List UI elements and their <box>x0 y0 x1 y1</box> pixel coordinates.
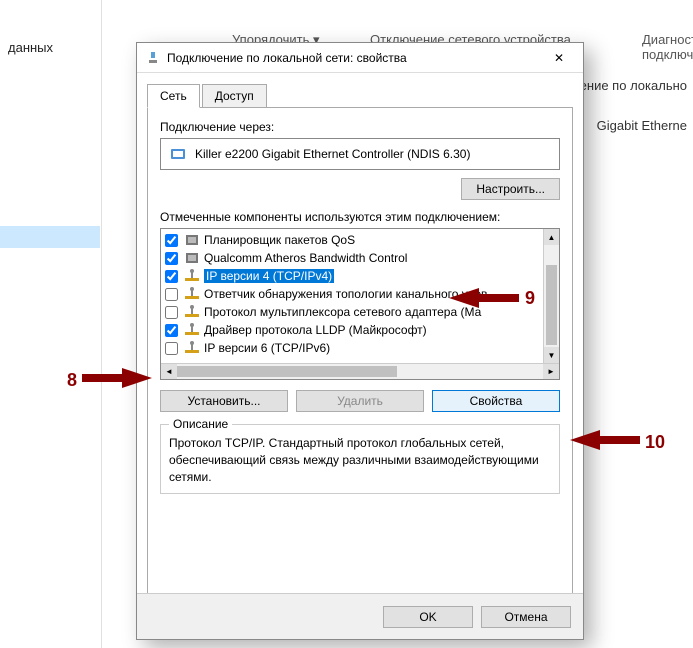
bg-left-label: данных <box>8 40 53 55</box>
bg-info-connection: ение по локально <box>580 78 687 93</box>
bg-left-highlight <box>0 226 100 248</box>
cancel-button[interactable]: Отмена <box>481 606 571 628</box>
bg-toolbar-diag: Диагностика подключе <box>642 32 693 62</box>
component-label: Планировщик пакетов QoS <box>204 233 355 247</box>
protocol-icon <box>184 268 200 284</box>
scroll-thumb-h[interactable] <box>177 366 397 377</box>
tab-strip: Сеть Доступ <box>147 84 573 108</box>
component-label: IP версии 4 (TCP/IPv4) <box>204 269 334 283</box>
vertical-scrollbar[interactable]: ▲ ▼ <box>543 229 559 363</box>
titlebar: Подключение по локальной сети: свойства … <box>137 43 583 73</box>
bg-info-adapter: Gigabit Etherne <box>597 118 687 133</box>
tab-network[interactable]: Сеть <box>147 84 200 108</box>
service-icon <box>184 250 200 266</box>
dialog-bottom-bar: OK Отмена <box>137 593 583 639</box>
list-item[interactable]: Планировщик пакетов QoS <box>163 231 541 249</box>
list-item[interactable]: Драйвер протокола LLDP (Майкрософт) <box>163 321 541 339</box>
annotation-10: 10 <box>645 432 665 453</box>
annotation-9: 9 <box>525 288 535 309</box>
horizontal-scrollbar[interactable]: ◄ ► <box>161 363 559 379</box>
tab-panel-network: Подключение через: Killer e2200 Gigabit … <box>147 107 573 607</box>
list-item[interactable]: Протокол мультиплексора сетевого адаптер… <box>163 303 541 321</box>
protocol-icon <box>184 304 200 320</box>
components-label: Отмеченные компоненты используются этим … <box>160 210 560 224</box>
scroll-right-icon[interactable]: ► <box>543 364 559 379</box>
service-icon <box>184 232 200 248</box>
delete-button: Удалить <box>296 390 424 412</box>
scroll-left-icon[interactable]: ◄ <box>161 364 177 379</box>
description-legend: Описание <box>169 417 232 431</box>
tab-access[interactable]: Доступ <box>202 84 267 108</box>
bg-left-panel: данных <box>0 0 102 648</box>
connect-via-label: Подключение через: <box>160 120 560 134</box>
component-checkbox[interactable] <box>165 234 178 247</box>
close-button[interactable]: ✕ <box>539 44 579 72</box>
component-label: Протокол мультиплексора сетевого адаптер… <box>204 305 481 319</box>
scroll-down-icon[interactable]: ▼ <box>544 347 559 363</box>
list-item[interactable]: IP версии 6 (TCP/IPv6) <box>163 339 541 357</box>
list-item[interactable]: Qualcomm Atheros Bandwidth Control <box>163 249 541 267</box>
component-checkbox[interactable] <box>165 270 178 283</box>
component-label: IP версии 6 (TCP/IPv6) <box>204 341 330 355</box>
components-list: Планировщик пакетов QoS Qualcomm Atheros … <box>160 228 560 380</box>
adapter-name: Killer e2200 Gigabit Ethernet Controller… <box>195 147 470 161</box>
component-label: Драйвер протокола LLDP (Майкрософт) <box>204 323 427 337</box>
ok-button[interactable]: OK <box>383 606 473 628</box>
description-group: Описание Протокол TCP/IP. Стандартный пр… <box>160 424 560 494</box>
scroll-up-icon[interactable]: ▲ <box>544 229 559 245</box>
component-checkbox[interactable] <box>165 252 178 265</box>
install-button[interactable]: Установить... <box>160 390 288 412</box>
dialog-title: Подключение по локальной сети: свойства <box>167 51 539 65</box>
properties-dialog: Подключение по локальной сети: свойства … <box>136 42 584 640</box>
component-label: Ответчик обнаружения топологии канальног… <box>204 287 487 301</box>
protocol-icon <box>184 340 200 356</box>
close-icon: ✕ <box>554 51 564 65</box>
list-item[interactable]: IP версии 4 (TCP/IPv4) <box>163 267 541 285</box>
adapter-box: Killer e2200 Gigabit Ethernet Controller… <box>160 138 560 170</box>
component-checkbox[interactable] <box>165 306 178 319</box>
component-checkbox[interactable] <box>165 342 178 355</box>
configure-button[interactable]: Настроить... <box>461 178 560 200</box>
properties-button[interactable]: Свойства <box>432 390 560 412</box>
protocol-icon <box>184 286 200 302</box>
component-label: Qualcomm Atheros Bandwidth Control <box>204 251 407 265</box>
component-checkbox[interactable] <box>165 324 178 337</box>
description-text: Протокол TCP/IP. Стандартный протокол гл… <box>169 435 551 485</box>
list-item[interactable]: Ответчик обнаружения топологии канальног… <box>163 285 541 303</box>
component-checkbox[interactable] <box>165 288 178 301</box>
scroll-thumb-v[interactable] <box>546 265 557 345</box>
ethernet-icon <box>169 145 187 163</box>
annotation-8: 8 <box>67 370 77 391</box>
network-icon <box>145 50 161 66</box>
protocol-icon <box>184 322 200 338</box>
